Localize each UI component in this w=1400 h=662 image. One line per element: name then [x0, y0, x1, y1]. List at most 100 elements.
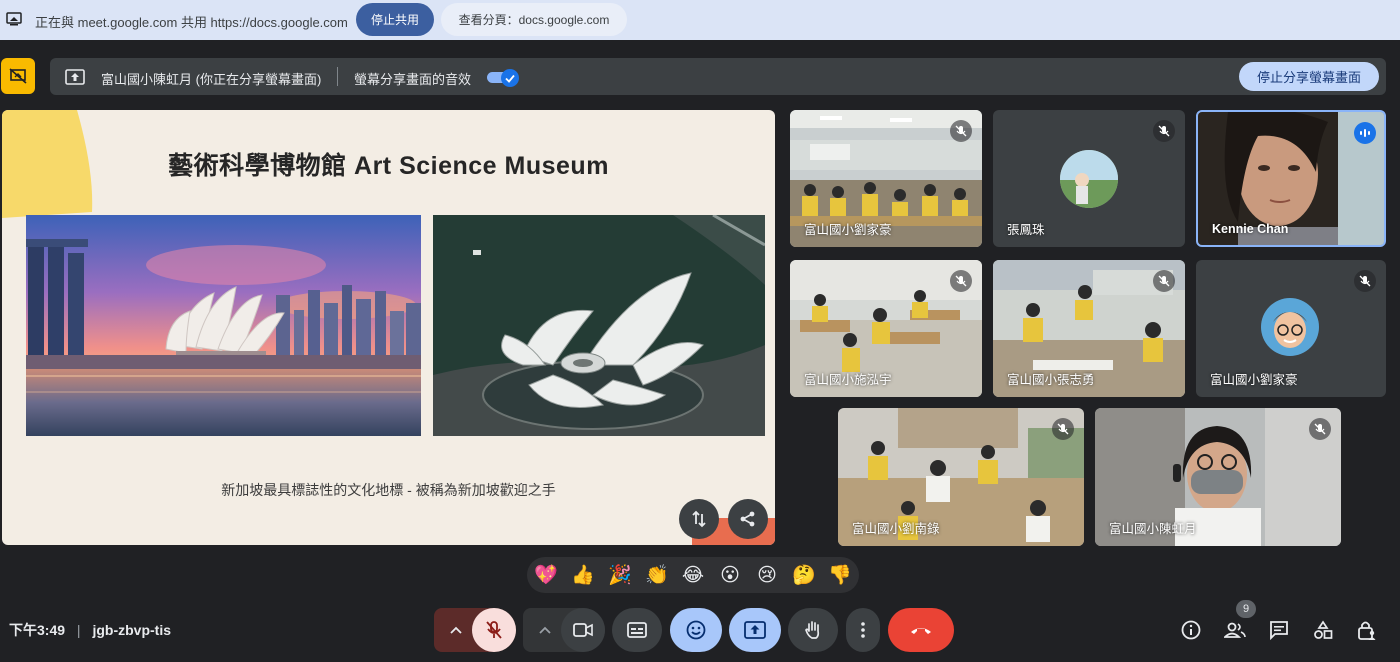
more-options-button[interactable]	[846, 608, 880, 652]
reaction-thumbs-up[interactable]: 👍	[568, 560, 598, 590]
mic-muted-indicator	[950, 270, 972, 292]
info-icon	[1181, 620, 1201, 640]
sharing-status-text: 正在與 meet.google.com 共用 https://docs.goog…	[35, 15, 348, 30]
swap-layout-button[interactable]	[679, 499, 719, 539]
people-icon	[1224, 622, 1246, 638]
chevron-up-icon	[539, 626, 551, 634]
closed-caption-icon	[627, 622, 647, 638]
screen-share-icon	[6, 12, 22, 26]
mic-off-icon	[955, 275, 967, 287]
presentation-banner: 富山國小陳虹月 (你正在分享螢幕畫面) 螢幕分享畫面的音效 停止分享螢幕畫面	[50, 58, 1386, 95]
participant-tile[interactable]: 富山國小劉南錄	[838, 408, 1084, 546]
screen-audio-label: 螢幕分享畫面的音效	[354, 72, 472, 87]
call-end-icon	[911, 628, 931, 634]
reaction-laughing[interactable]: 😂	[678, 560, 708, 590]
people-button[interactable]	[1222, 617, 1248, 643]
participant-tile[interactable]: 富山國小劉家豪	[790, 110, 982, 247]
reaction-thumbs-down[interactable]: 👎	[825, 560, 855, 590]
chat-button[interactable]	[1266, 617, 1292, 643]
view-shared-tab-button[interactable]: 查看分頁：docs.google.com	[441, 3, 627, 36]
emoji-reactions-button[interactable]	[670, 608, 722, 652]
present-to-all-icon	[744, 621, 766, 639]
audio-options-button[interactable]	[436, 608, 476, 652]
participant-name: 富山國小劉家豪	[1210, 373, 1298, 387]
present-now-button[interactable]	[729, 608, 781, 652]
chevron-up-icon	[450, 626, 462, 634]
speaking-indicator	[1354, 122, 1376, 144]
divider	[337, 67, 338, 86]
presenting-indicator[interactable]	[1, 58, 35, 94]
reaction-clapping[interactable]: 👏	[642, 560, 672, 590]
more-vert-icon	[861, 622, 865, 638]
participant-name: 富山國小施泓宇	[804, 373, 892, 387]
participant-name: 張鳳珠	[1007, 223, 1045, 237]
mic-muted-indicator	[1153, 120, 1175, 142]
mic-muted-indicator	[1309, 418, 1331, 440]
slide-caption: 新加坡最具標誌性的文化地標 - 被稱為新加坡歡迎之手	[221, 482, 556, 498]
audio-level-icon	[1360, 129, 1370, 137]
avatar	[1060, 150, 1118, 208]
participant-tile[interactable]: 富山國小施泓宇	[790, 260, 982, 397]
slide-title: 藝術科學博物館 Art Science Museum	[168, 152, 609, 180]
participant-name: Kennie Chan	[1212, 222, 1289, 236]
mic-off-icon	[1158, 125, 1170, 137]
mic-off-icon	[1359, 275, 1371, 287]
clock-time: 下午3:49	[9, 622, 66, 638]
share-button[interactable]	[728, 499, 768, 539]
mic-off-icon	[486, 621, 502, 639]
mic-muted-indicator	[950, 120, 972, 142]
check-icon	[501, 69, 519, 87]
raise-hand-button[interactable]	[788, 608, 838, 652]
mic-muted-indicator	[1354, 270, 1376, 292]
meeting-info: 下午3:49 | jgb-zbvp-tis	[9, 620, 171, 640]
participant-name: 富山國小劉南錄	[852, 522, 940, 536]
reaction-surprised[interactable]: 😮	[715, 560, 745, 590]
smiley-icon	[686, 620, 706, 640]
mic-off-icon	[955, 125, 967, 137]
meeting-details-button[interactable]	[1178, 617, 1204, 643]
reactions-bar: 💖 👍 🎉 👏 😂 😮 😢 🤔 👎	[527, 557, 859, 593]
present-off-icon	[9, 68, 27, 84]
present-to-all-icon	[65, 69, 85, 85]
leave-call-button[interactable]	[888, 608, 954, 652]
mic-off-icon	[1314, 423, 1326, 435]
participant-name: 富山國小劉家豪	[804, 223, 892, 237]
participant-tile-speaking[interactable]: Kennie Chan	[1196, 110, 1386, 247]
microphone-toggle-button[interactable]	[472, 608, 516, 652]
activities-icon	[1314, 620, 1333, 639]
camera-toggle-button[interactable]	[561, 608, 605, 652]
mic-off-icon	[1057, 423, 1069, 435]
captions-button[interactable]	[612, 608, 662, 652]
host-controls-button[interactable]	[1354, 617, 1380, 643]
participant-tile[interactable]: 張鳳珠	[993, 110, 1185, 247]
reaction-thinking[interactable]: 🤔	[789, 560, 819, 590]
participant-name: 富山國小張志勇	[1007, 373, 1095, 387]
videocam-icon	[573, 623, 593, 637]
reaction-crying[interactable]: 😢	[752, 560, 782, 590]
presentation-slide: 藝術科學博物館 Art Science Museum 新加坡最具標誌性的文化地標…	[2, 110, 775, 545]
meeting-code: jgb-zbvp-tis	[92, 622, 171, 638]
avatar	[1261, 298, 1319, 356]
activities-button[interactable]	[1310, 617, 1336, 643]
participant-tile[interactable]: 富山國小陳虹月	[1095, 408, 1341, 546]
mic-muted-indicator	[1052, 418, 1074, 440]
swap-vertical-icon	[692, 510, 706, 528]
video-options-button[interactable]	[525, 608, 565, 652]
participant-name: 富山國小陳虹月	[1109, 522, 1197, 536]
mic-off-icon	[1158, 275, 1170, 287]
mic-muted-indicator	[1153, 270, 1175, 292]
reaction-sparkling-heart[interactable]: 💖	[531, 560, 561, 590]
participant-tile[interactable]: 富山國小張志勇	[993, 260, 1185, 397]
screen-audio-toggle[interactable]	[487, 69, 519, 87]
lock-person-icon	[1358, 621, 1376, 640]
museum-aerial-photo	[433, 215, 765, 436]
participant-tile[interactable]: 富山國小劉家豪	[1196, 260, 1386, 397]
stop-presenting-button[interactable]: 停止分享螢幕畫面	[1239, 62, 1379, 91]
participant-count-badge: 9	[1236, 600, 1256, 618]
share-icon	[740, 511, 755, 527]
stop-sharing-button[interactable]: 停止共用	[356, 3, 434, 36]
chat-icon	[1270, 621, 1288, 640]
museum-skyline-photo	[26, 215, 421, 436]
presenter-label: 富山國小陳虹月 (你正在分享螢幕畫面)	[101, 72, 322, 87]
reaction-party-popper[interactable]: 🎉	[605, 560, 635, 590]
